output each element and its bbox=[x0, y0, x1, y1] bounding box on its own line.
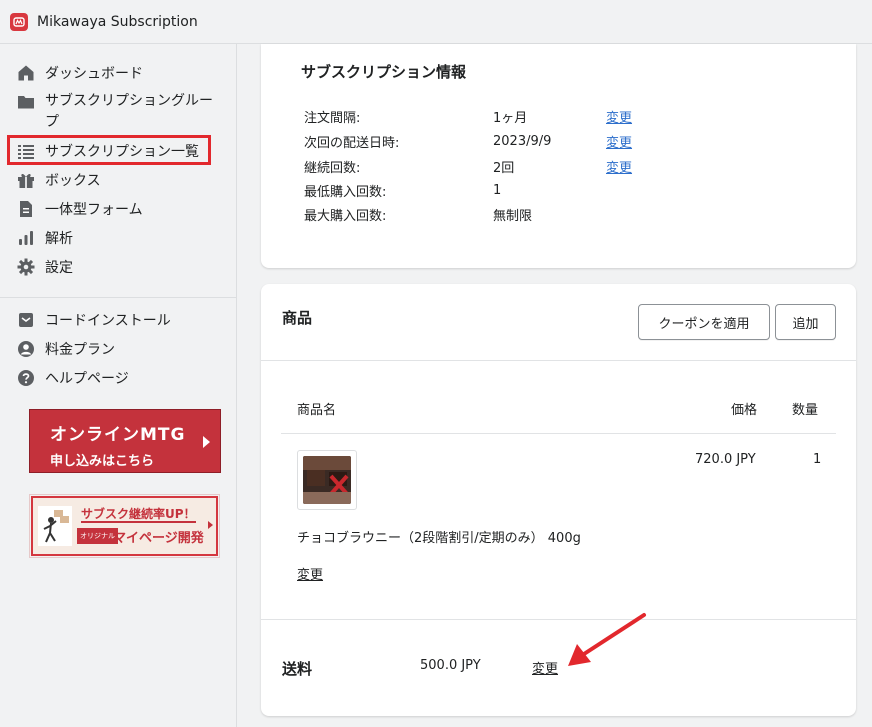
banner-subtitle: 申し込みはこちら bbox=[50, 454, 155, 469]
sidebar-item-label: 一体型フォーム bbox=[45, 202, 143, 218]
folder-icon bbox=[16, 92, 36, 112]
product-price: 720.0 JPY bbox=[695, 452, 756, 467]
sidebar-item-pricing[interactable]: 料金プラン bbox=[16, 336, 115, 362]
change-interval-link[interactable]: 変更 bbox=[606, 107, 632, 126]
sidebar-item-label: コードインストール bbox=[45, 313, 171, 329]
sidebar-item-label: ダッシュボード bbox=[45, 66, 143, 82]
divider bbox=[261, 360, 856, 361]
list-icon bbox=[16, 141, 36, 161]
sidebar-item-label: ボックス bbox=[45, 173, 101, 189]
change-shipping-link[interactable]: 変更 bbox=[532, 658, 558, 677]
help-icon bbox=[16, 368, 36, 388]
product-name: チョコブラウニー（2段階割引/定期のみ） 400g bbox=[297, 531, 581, 546]
info-row-interval: 注文間隔: 1ヶ月 変更 bbox=[304, 106, 724, 126]
sidebar-item-subscription-groups[interactable]: サブスクリプショングループ bbox=[16, 91, 220, 135]
sidebar-item-label: サブスクリプション一覧 bbox=[45, 144, 199, 160]
sidebar-item-integrated-form[interactable]: 一体型フォーム bbox=[16, 196, 143, 222]
info-label: 次回の配送日時: bbox=[304, 135, 400, 151]
person-illustration-icon bbox=[38, 506, 72, 546]
shipping-label: 送料 bbox=[282, 660, 313, 678]
banner-subtitle: マイページ開発 bbox=[113, 531, 204, 546]
document-icon bbox=[16, 199, 36, 219]
sidebar-item-code-install[interactable]: コードインストール bbox=[16, 307, 171, 333]
banner-chip: オリジナル bbox=[77, 528, 118, 544]
info-row-renewal-count: 継続回数: 2回 変更 bbox=[304, 156, 724, 176]
info-row-max-purchases: 最大購入回数: 無制限 bbox=[304, 204, 724, 224]
info-value: 2023/9/9 bbox=[493, 133, 552, 149]
sidebar-item-label: 設定 bbox=[45, 260, 73, 276]
sidebar-item-subscription-list[interactable]: サブスクリプション一覧 bbox=[16, 138, 199, 164]
mypage-development-banner[interactable]: サブスク継続率UP！ オリジナル マイページ開発 bbox=[29, 494, 220, 558]
sidebar-item-label: 料金プラン bbox=[45, 342, 115, 358]
shipping-value: 500.0 JPY bbox=[420, 658, 481, 673]
info-value: 1 bbox=[493, 182, 502, 198]
banner-title: オンラインMTG bbox=[50, 425, 186, 445]
info-row-next-delivery: 次回の配送日時: 2023/9/9 変更 bbox=[304, 131, 724, 151]
sidebar-item-box[interactable]: ボックス bbox=[16, 167, 101, 193]
change-renewal-count-link[interactable]: 変更 bbox=[606, 157, 632, 176]
section-title: サブスクリプション情報 bbox=[301, 63, 467, 81]
add-product-button[interactable]: 追加 bbox=[775, 304, 836, 340]
divider bbox=[261, 619, 856, 620]
info-value: 2回 bbox=[493, 160, 515, 176]
app-title: Mikawaya Subscription bbox=[37, 13, 198, 30]
app-header: Mikawaya Subscription bbox=[0, 0, 872, 44]
change-product-link[interactable]: 変更 bbox=[297, 564, 323, 583]
banner-headline: サブスク継続率UP！ bbox=[81, 507, 196, 523]
person-icon bbox=[16, 339, 36, 359]
gift-icon bbox=[16, 170, 36, 190]
sidebar-item-label: 解析 bbox=[45, 231, 73, 247]
info-row-min-purchases: 最低購入回数: 1 bbox=[304, 180, 724, 200]
sidebar-item-settings[interactable]: 設定 bbox=[16, 254, 73, 280]
sidebar-item-dashboard[interactable]: ダッシュボード bbox=[16, 60, 143, 86]
info-value: 無制限 bbox=[493, 208, 533, 224]
annotation-arrow-icon bbox=[568, 613, 646, 666]
column-header-quantity: 数量 bbox=[792, 403, 819, 418]
sidebar-item-label: サブスクリプショングループ bbox=[45, 93, 213, 130]
subscription-info-card: サブスクリプション情報 注文間隔: 1ヶ月 変更 次回の配送日時: 2023/9… bbox=[261, 44, 856, 268]
products-card: 商品 クーポンを適用 追加 商品名 価格 数量 720.0 JPY 1 チョコブ… bbox=[261, 284, 856, 716]
sidebar-divider bbox=[0, 297, 236, 298]
divider bbox=[281, 433, 836, 434]
info-value: 1ヶ月 bbox=[493, 110, 528, 126]
sidebar-item-help[interactable]: ヘルプページ bbox=[16, 365, 129, 391]
info-label: 継続回数: bbox=[304, 160, 361, 176]
info-label: 注文間隔: bbox=[304, 110, 361, 126]
home-icon bbox=[16, 63, 36, 83]
info-label: 最低購入回数: bbox=[304, 184, 387, 200]
chevron-right-icon bbox=[208, 521, 213, 529]
product-quantity: 1 bbox=[813, 452, 822, 467]
change-delivery-date-link[interactable]: 変更 bbox=[606, 132, 632, 151]
gear-icon bbox=[16, 257, 36, 277]
chevron-right-icon bbox=[203, 436, 210, 448]
sidebar-item-analytics[interactable]: 解析 bbox=[16, 225, 73, 251]
code-icon bbox=[16, 310, 36, 330]
column-header-name: 商品名 bbox=[297, 403, 337, 418]
online-mtg-banner[interactable]: オンラインMTG 申し込みはこちら bbox=[29, 409, 221, 473]
column-header-price: 価格 bbox=[731, 403, 758, 418]
analytics-icon bbox=[16, 228, 36, 248]
sidebar-item-label: ヘルプページ bbox=[45, 371, 129, 387]
product-thumbnail bbox=[297, 450, 357, 510]
info-label: 最大購入回数: bbox=[304, 208, 387, 224]
sidebar: ダッシュボード サブスクリプショングループ サブスクリプション一覧 ボックス 一… bbox=[0, 44, 237, 727]
apply-coupon-button[interactable]: クーポンを適用 bbox=[638, 304, 770, 340]
app-logo-icon bbox=[10, 12, 28, 31]
section-title: 商品 bbox=[282, 309, 313, 327]
